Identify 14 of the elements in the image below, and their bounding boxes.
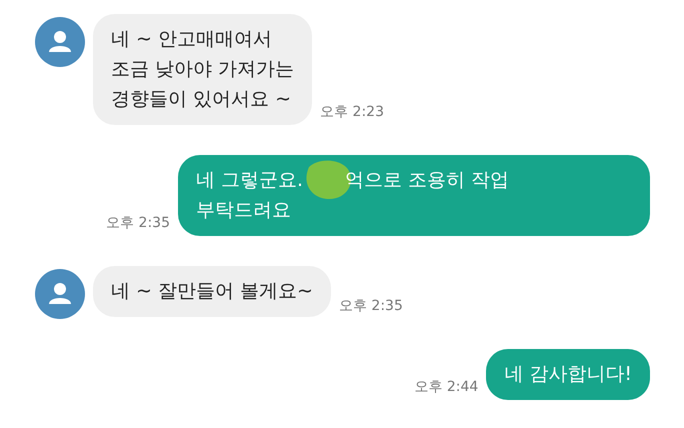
avatar-icon <box>35 269 85 319</box>
message-text: 네 그렇군요. <box>196 168 304 193</box>
message-text: 부탁드려요 <box>196 198 291 223</box>
message-time: 오후 2:23 <box>320 103 384 121</box>
message-text: 네 감사합니다! <box>504 362 632 387</box>
message-time: 오후 2:35 <box>338 297 403 315</box>
message-text: 경향들이 있어서요 ~ <box>111 87 291 112</box>
message-text: 네 ~ 잘만들어 볼게요~ <box>111 279 313 304</box>
message-text: 조금 낮아야 가져가는 <box>111 57 294 82</box>
message-time: 오후 2:44 <box>414 378 478 396</box>
message-text: 억으로 조용히 작업 <box>345 168 510 193</box>
message-time: 오후 2:35 <box>106 214 170 232</box>
avatar-icon <box>35 17 85 67</box>
message-text: 네 ~ 안고매매여서 <box>111 27 272 52</box>
